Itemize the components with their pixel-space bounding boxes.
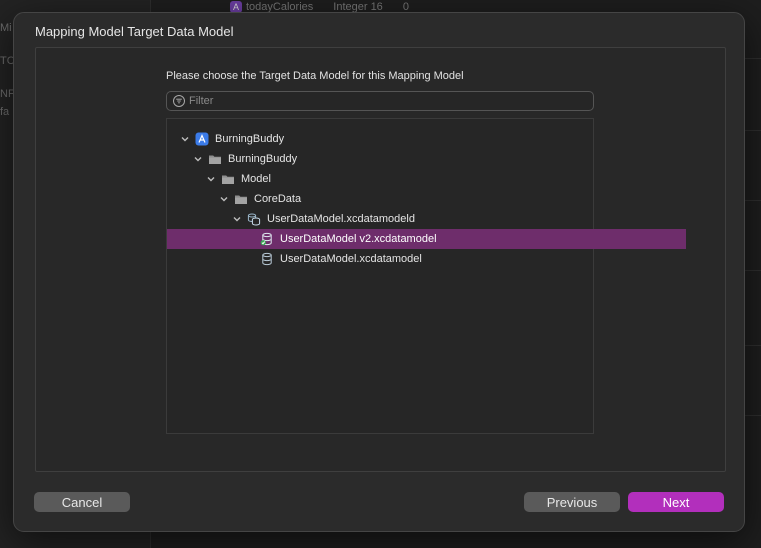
chevron-down-icon[interactable] xyxy=(193,154,203,164)
tree-row-model-version-selected[interactable]: UserDataModel v2.xcdatamodel xyxy=(167,229,686,249)
chevron-down-icon[interactable] xyxy=(232,214,242,224)
app-project-icon xyxy=(195,132,209,146)
data-model-bundle-icon xyxy=(247,212,261,226)
tree-row-model-bundle[interactable]: UserDataModel.xcdatamodeld xyxy=(167,209,658,229)
chevron-down-icon[interactable] xyxy=(180,134,190,144)
tree-row-group[interactable]: CoreData xyxy=(167,189,645,209)
tree-item-label: BurningBuddy xyxy=(228,153,298,165)
tree-row-model-version[interactable]: UserDataModel.xcdatamodel xyxy=(167,249,686,269)
next-button[interactable]: Next xyxy=(628,492,724,512)
chevron-down-icon[interactable] xyxy=(206,174,216,184)
tree-row-project[interactable]: BurningBuddy xyxy=(167,129,606,149)
content-panel: Please choose the Target Data Model for … xyxy=(35,47,726,472)
sheet-title: Mapping Model Target Data Model xyxy=(35,24,234,39)
tree-item-label: BurningBuddy xyxy=(215,133,285,145)
folder-icon xyxy=(208,152,222,166)
filter-input[interactable] xyxy=(189,95,569,107)
tree-item-label: UserDataModel v2.xcdatamodel xyxy=(280,233,437,245)
cancel-button[interactable]: Cancel xyxy=(34,492,130,512)
tree-item-label: UserDataModel.xcdatamodel xyxy=(280,253,422,265)
filter-icon xyxy=(172,94,186,108)
tree-item-label: CoreData xyxy=(254,193,302,205)
previous-button[interactable]: Previous xyxy=(524,492,620,512)
background-sidebar-fragment: fa xyxy=(0,106,10,118)
folder-icon xyxy=(221,172,235,186)
data-model-icon xyxy=(260,252,274,266)
mapping-model-sheet: Mapping Model Target Data Model Please c… xyxy=(13,12,745,532)
data-model-current-icon xyxy=(260,232,274,246)
model-tree: BurningBuddy BurningBuddy Model CoreData… xyxy=(166,118,686,434)
chevron-down-icon[interactable] xyxy=(219,194,229,204)
instruction-text: Please choose the Target Data Model for … xyxy=(166,70,464,82)
tree-item-label: Model xyxy=(241,173,271,185)
tree-row-group[interactable]: BurningBuddy xyxy=(167,149,619,169)
filter-field[interactable] xyxy=(166,91,594,111)
tree-item-label: UserDataModel.xcdatamodeld xyxy=(267,213,415,225)
background-sidebar-fragment: Mi xyxy=(0,22,12,34)
folder-icon xyxy=(234,192,248,206)
tree-row-group[interactable]: Model xyxy=(167,169,632,189)
